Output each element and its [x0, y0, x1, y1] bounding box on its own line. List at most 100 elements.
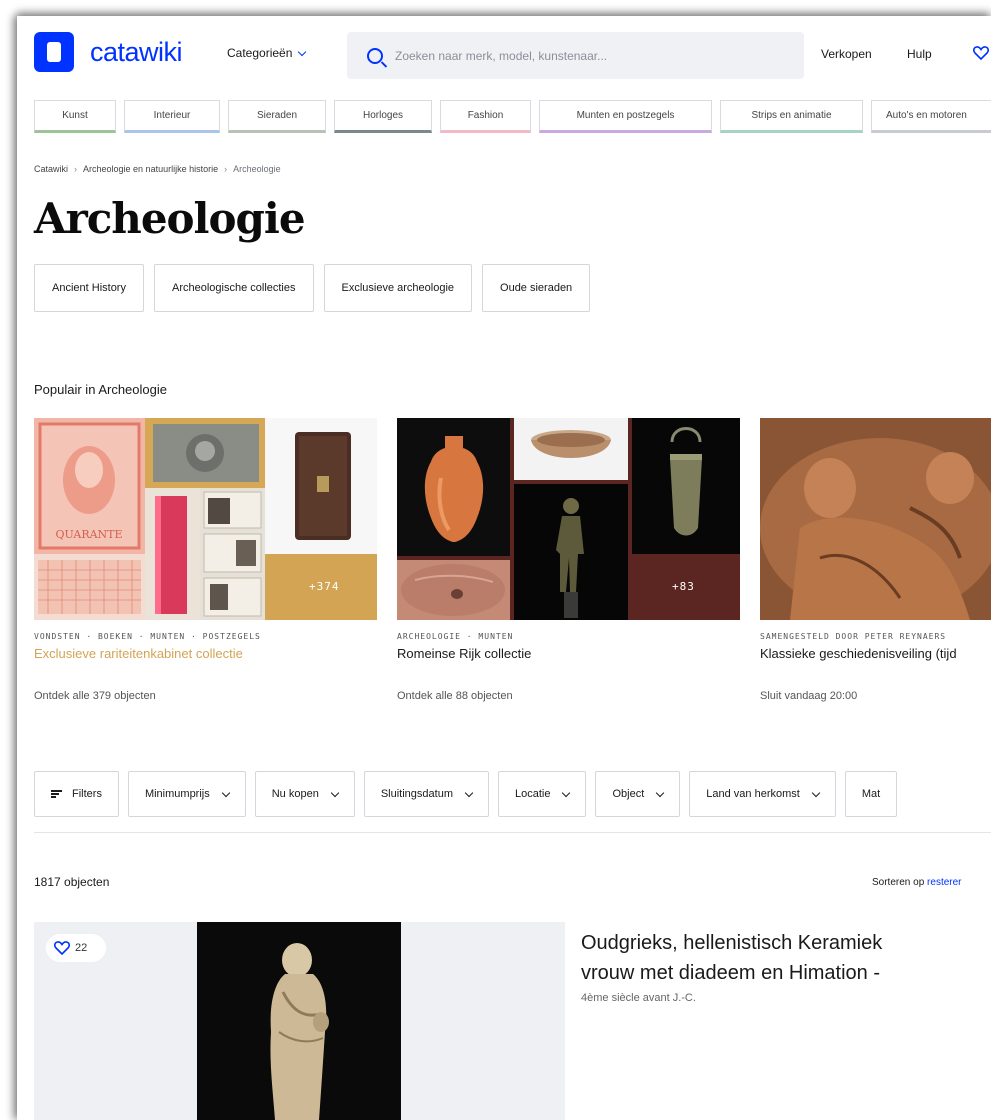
filters-label: Filters — [72, 788, 102, 800]
filter-bar: Filters Minimumprijs Nu kopen Sluitingsd… — [34, 771, 898, 817]
filter-locatie[interactable]: Locatie — [497, 771, 587, 817]
filter-label: Land van herkomst — [706, 788, 800, 800]
breadcrumb-separator-icon: › — [224, 164, 228, 174]
bowl-image — [514, 418, 628, 480]
collection-tags: SAMENGESTELD DOOR PETER REYNAERS — [760, 632, 947, 641]
lot-title[interactable]: Oudgrieks, hellenistisch Keramiek vrouw … — [581, 928, 991, 988]
more-items-tile: +83 — [632, 554, 740, 620]
category-strips-animatie[interactable]: Strips en animatie — [720, 100, 863, 133]
filter-nu-kopen[interactable]: Nu kopen — [254, 771, 355, 817]
breadcrumb-current: Archeologie — [233, 164, 281, 174]
popular-section-title: Populair in Archeologie — [34, 382, 167, 397]
chevron-down-icon — [221, 788, 230, 797]
page-title: Archeologie — [34, 194, 306, 243]
lot-title-line: vrouw met diadeem en Himation - — [581, 962, 881, 984]
collection-name[interactable]: Klassieke geschiedenisveiling (tijd — [760, 646, 991, 661]
more-items-count: +83 — [672, 580, 695, 593]
filter-object[interactable]: Object — [595, 771, 681, 817]
filter-materiaal[interactable]: Mat — [844, 771, 898, 817]
chevron-down-icon — [330, 788, 340, 797]
lot-subtitle: 4ème siècle avant J.-C. — [581, 992, 696, 1004]
category-munten-postzegels[interactable]: Munten en postzegels — [539, 100, 712, 133]
collection-tags: ARCHEOLOGIE · MUNTEN — [397, 632, 514, 641]
breadcrumb-home[interactable]: Catawiki — [34, 164, 68, 174]
collection-name[interactable]: Exclusieve rariteitenkabinet collectie — [34, 646, 377, 661]
favorite-count: 22 — [75, 942, 88, 954]
collection-card[interactable]: QUARANTE +374 VONDSTEN · BOEKEN · MUNTEN… — [34, 418, 377, 702]
subcategory-archeologische-collecties[interactable]: Archeologische collecties — [153, 264, 314, 312]
more-items-count: +374 — [309, 580, 340, 593]
brand-name: catawiki — [90, 36, 183, 67]
collection-name[interactable]: Romeinse Rijk collectie — [397, 646, 740, 661]
category-nav: Kunst Interieur Sieraden Horloges Fashio… — [34, 100, 991, 133]
results-count: 1817 objecten — [34, 875, 110, 889]
coin-stamp-image — [145, 418, 265, 488]
favorites-heart-icon[interactable] — [973, 46, 989, 60]
category-interieur[interactable]: Interieur — [124, 100, 220, 133]
collection-cta: Sluit vandaag 20:00 — [760, 690, 858, 702]
chevron-down-icon — [811, 788, 821, 797]
breadcrumb: Catawiki › Archeologie en natuurlijke hi… — [34, 164, 281, 174]
filter-sluitingsdatum[interactable]: Sluitingsdatum — [363, 771, 489, 817]
collection-cta[interactable]: Ontdek alle 379 objecten — [34, 690, 377, 702]
page: catawiki Categorieën Verkopen Hulp Kunst… — [17, 16, 991, 1120]
favorite-button[interactable]: 22 — [46, 934, 106, 962]
categories-dropdown[interactable]: Categorieën — [227, 46, 307, 60]
breadcrumb-parent[interactable]: Archeologie en natuurlijke historie — [83, 164, 218, 174]
top-header: catawiki Categorieën Verkopen Hulp — [17, 16, 991, 84]
filter-label: Nu kopen — [271, 788, 319, 800]
divider — [34, 832, 991, 833]
collection-image-grid: QUARANTE +374 — [34, 418, 377, 620]
category-horloges[interactable]: Horloges — [334, 100, 432, 133]
stamp-portrait-image: QUARANTE — [34, 418, 145, 554]
category-kunst[interactable]: Kunst — [34, 100, 116, 133]
filters-button[interactable]: Filters — [34, 771, 119, 817]
lot-image-area[interactable]: 22 — [34, 922, 565, 1120]
filter-icon — [51, 790, 62, 798]
category-autos-motoren[interactable]: Auto's en motoren — [871, 100, 991, 133]
help-link[interactable]: Hulp — [907, 47, 932, 61]
filter-label: Minimumprijs — [144, 788, 210, 800]
open-books-image — [200, 488, 265, 620]
filter-minimumprijs[interactable]: Minimumprijs — [127, 771, 246, 817]
terracotta-relief-image — [760, 418, 991, 620]
category-sieraden[interactable]: Sieraden — [228, 100, 326, 133]
search-input[interactable] — [395, 48, 775, 63]
search-icon — [367, 47, 383, 64]
catawiki-logo-icon — [34, 32, 74, 72]
sort-value-link[interactable]: resterer — [927, 877, 961, 888]
collection-cta[interactable]: Ontdek alle 88 objecten — [397, 690, 740, 702]
collection-image-grid: +83 — [397, 418, 740, 620]
subcategory-oude-sieraden[interactable]: Oude sieraden — [482, 264, 591, 312]
lot-photo — [197, 922, 401, 1120]
chevron-down-icon — [298, 47, 307, 56]
sell-link[interactable]: Verkopen — [821, 47, 872, 61]
search-bar[interactable] — [347, 32, 804, 79]
stamp-sheet-image — [34, 554, 145, 620]
bronze-vessel-image — [632, 418, 740, 554]
collection-card[interactable]: SAMENGESTELD DOOR PETER REYNAERS Klassie… — [760, 418, 991, 702]
category-fashion[interactable]: Fashion — [440, 100, 531, 133]
filter-label: Locatie — [514, 788, 551, 800]
filter-land-van-herkomst[interactable]: Land van herkomst — [689, 771, 836, 817]
sort-control[interactable]: Sorteren op resterer — [872, 877, 962, 888]
chevron-down-icon — [464, 788, 474, 797]
red-book-image — [145, 488, 200, 620]
filter-label: Sluitingsdatum — [380, 788, 453, 800]
collection-card[interactable]: +83 ARCHEOLOGIE · MUNTEN Romeinse Rijk c… — [397, 418, 740, 702]
leather-book-image — [265, 418, 377, 554]
subcategory-list: Ancient History Archeologische collectie… — [34, 264, 591, 312]
filter-label: Object — [612, 788, 645, 800]
subcategory-exclusieve-archeologie[interactable]: Exclusieve archeologie — [323, 264, 473, 312]
breadcrumb-separator-icon: › — [74, 164, 78, 174]
categories-label: Categorieën — [227, 46, 293, 60]
chevron-down-icon — [656, 788, 665, 797]
bronze-statue-image — [514, 484, 628, 620]
heart-icon — [54, 941, 70, 955]
chevron-down-icon — [562, 788, 571, 797]
subcategory-ancient-history[interactable]: Ancient History — [34, 264, 144, 312]
svg-text:QUARANTE: QUARANTE — [55, 528, 122, 541]
filter-label: Mat — [861, 788, 881, 800]
lot-title-line: Oudgrieks, hellenistisch Keramiek — [581, 932, 883, 954]
logo[interactable]: catawiki — [34, 32, 183, 72]
